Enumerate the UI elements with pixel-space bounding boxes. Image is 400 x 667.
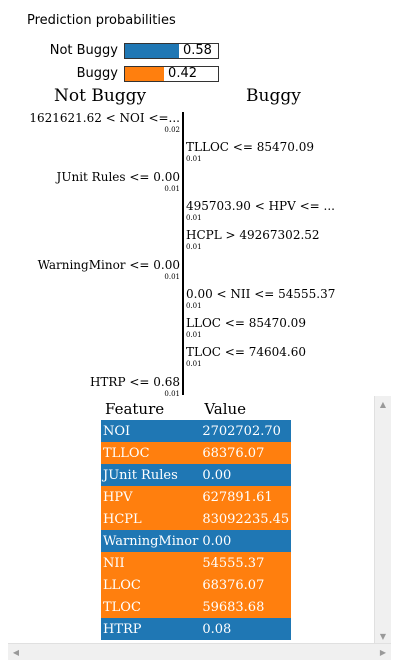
scroll-right-arrow-icon[interactable]: ▶ [375, 644, 391, 660]
table-cell-value: 0.08 [200, 618, 292, 640]
class-header-buggy: Buggy [246, 86, 301, 106]
table-cell-value: 0.00 [200, 530, 292, 552]
table-cell-value: 627891.61 [200, 486, 292, 508]
feature-condition-label: 495703.90 < HPV <= ... [186, 198, 335, 213]
table-row: WarningMinor 0.00 [101, 530, 292, 552]
table-cell-feature: WarningMinor [101, 530, 201, 552]
table-cell-feature: HPV [101, 486, 201, 508]
feature-condition-label: WarningMinor <= 0.00 [37, 257, 180, 272]
table-cell-value: 54555.37 [200, 552, 292, 574]
probability-value: 0.58 [182, 43, 212, 58]
prediction-probabilities-title: Prediction probabilities [27, 13, 176, 28]
feature-weight-label: 0.01 [164, 184, 180, 193]
table-cell-feature: TLOC [101, 596, 201, 618]
feature-condition-label: HCPL > 49267302.52 [186, 228, 320, 243]
table-row: LLOC 68376.07 [101, 574, 292, 596]
probability-bar: 0.58 [124, 43, 219, 59]
feature-value-table: Feature Value NOI 2702702.70 TLLOC 68376.07… [101, 396, 292, 640]
table-row: NII 54555.37 [101, 552, 292, 574]
table-cell-feature: NOI [101, 420, 201, 442]
feature-condition-label: JUnit Rules <= 0.00 [56, 169, 180, 184]
feature-weight-label: 0.01 [186, 360, 202, 369]
probability-bar: 0.42 [124, 66, 219, 82]
feature-weight-label: 0.01 [186, 213, 202, 222]
table-header-feature: Feature [105, 399, 165, 418]
scroll-up-arrow-icon[interactable]: ▲ [375, 396, 391, 412]
table-cell-feature: HCPL [101, 508, 201, 530]
table-cell-feature: JUnit Rules [101, 464, 201, 486]
feature-weight-label: 0.01 [186, 331, 202, 340]
table-cell-feature: TLLOC [101, 442, 201, 464]
feature-weight-label: 0.01 [186, 243, 202, 252]
table-cell-value: 83092235.45 [200, 508, 292, 530]
feature-weight-label: 0.02 [164, 126, 180, 134]
scroll-left-arrow-icon[interactable]: ◀ [8, 644, 24, 660]
probability-value: 0.42 [168, 66, 197, 81]
table-row: HCPL 83092235.45 [101, 508, 292, 530]
feature-weight-label: 0.01 [164, 272, 180, 281]
table-row: NOI 2702702.70 [101, 420, 292, 442]
probability-label: Buggy [76, 66, 118, 81]
feature-condition-label: 0.00 < NII <= 54555.37 [186, 286, 336, 301]
feature-condition-label: TLLOC <= 85470.09 [186, 140, 314, 155]
vertical-scrollbar[interactable]: ▲ ▼ [374, 396, 391, 644]
table-cell-feature: LLOC [101, 574, 201, 596]
table-row: HTRP 0.08 [101, 618, 292, 640]
feature-condition-label: HTRP <= 0.68 [89, 374, 180, 389]
scroll-down-arrow-icon[interactable]: ▼ [375, 628, 391, 644]
table-row: TLOC 59683.68 [101, 596, 292, 618]
table-row: JUnit Rules 0.00 [101, 464, 292, 486]
probability-label: Not Buggy [49, 43, 118, 58]
feature-weight-label: 0.01 [186, 155, 202, 164]
probability-bar-fill [125, 67, 165, 81]
feature-value-table-viewport[interactable]: Feature Value NOI 2702702.70 TLLOC 68376.07… [101, 396, 371, 644]
class-header-not-buggy: Not Buggy [54, 86, 147, 106]
table-cell-value: 0.00 [200, 464, 292, 486]
probability-bar-fill [125, 44, 179, 58]
table-row: TLLOC 68376.07 [101, 442, 292, 464]
feature-condition-label: TLOC <= 74604.60 [186, 345, 306, 360]
table-cell-value: 68376.07 [200, 574, 292, 596]
table-cell-feature: NII [101, 552, 201, 574]
feature-weight-label: 0.01 [186, 301, 202, 310]
table-cell-value: 68376.07 [200, 442, 292, 464]
horizontal-scrollbar[interactable]: ◀ ▶ [8, 643, 391, 660]
table-header-value: Value [204, 399, 247, 418]
table-cell-feature: HTRP [101, 618, 201, 640]
table-cell-value: 2702702.70 [200, 420, 292, 442]
table-cell-value: 59683.68 [200, 596, 292, 618]
table-header-row: Feature Value [101, 396, 291, 420]
table-row: HPV 627891.61 [101, 486, 292, 508]
feature-condition-label: LLOC <= 85470.09 [186, 316, 306, 331]
feature-condition-label: 1621621.62 < NOI <=... [29, 111, 180, 125]
center-axis-line [182, 112, 184, 395]
